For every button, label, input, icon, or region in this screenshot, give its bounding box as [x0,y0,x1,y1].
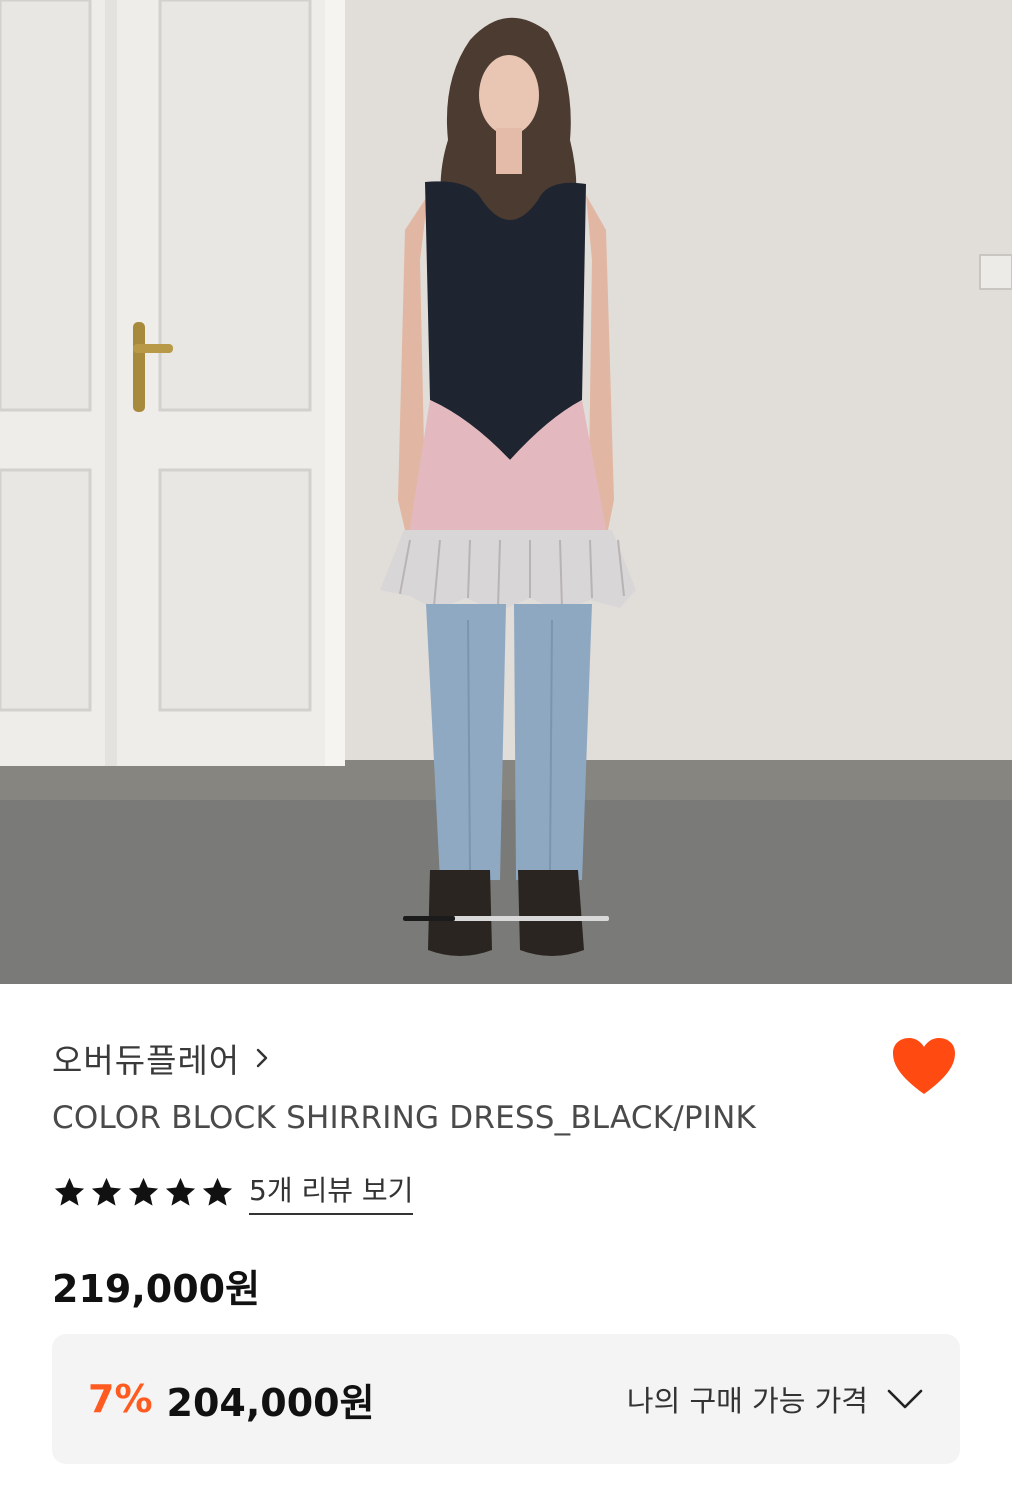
heart-icon [893,1038,955,1094]
star-rating [52,1175,235,1210]
product-name: COLOR BLOCK SHIRRING DRESS_BLACK/PINK [52,1100,757,1136]
chevron-down-icon [887,1389,923,1409]
rating-row: 5개 리뷰 보기 [52,1168,414,1216]
discount-price: 204,000원 [166,1380,375,1425]
chevron-right-icon [256,1048,268,1068]
original-price: 219,000원 [52,1267,261,1311]
carousel-progress-indicator [403,916,455,921]
star-icon [54,1177,85,1206]
my-price-label: 나의 구매 가능 가격 [626,1384,868,1418]
star-icon [202,1177,233,1206]
wishlist-button[interactable] [890,1034,958,1098]
discount-price-box: 7% 204,000원 나의 구매 가능 가격 [52,1334,960,1464]
star-icon [91,1177,122,1206]
carousel-progress-track [403,916,609,921]
brand-link[interactable]: 오버듀플레어 [52,1036,270,1080]
product-image-carousel[interactable] [0,0,1012,984]
my-price-dropdown[interactable]: 나의 구매 가능 가격 [627,1378,924,1420]
star-icon [165,1177,196,1206]
brand-name[interactable]: 오버듀플레어 [52,1034,240,1082]
discount-rate: 7% [88,1377,153,1421]
view-reviews-link[interactable]: 5개 리뷰 보기 [249,1169,414,1215]
product-photo [0,0,1012,984]
star-icon [128,1177,159,1206]
